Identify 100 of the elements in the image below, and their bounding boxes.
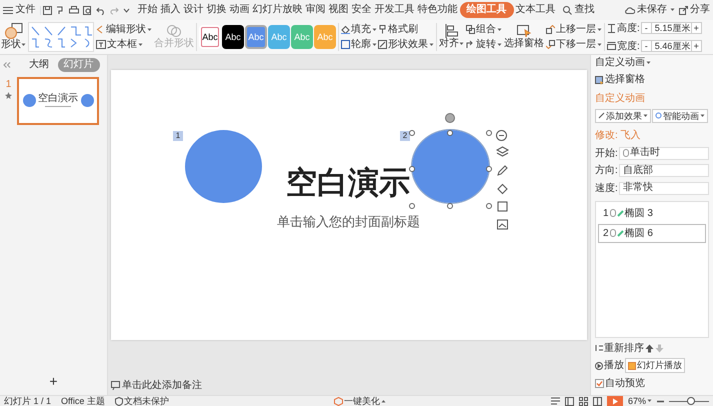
document-protection-button[interactable]: 文档未保护 (114, 396, 169, 406)
outline-button[interactable]: 轮廓 (341, 38, 377, 50)
spinner-value: 5.46厘米 (650, 41, 692, 51)
theme-name: Office 主题 (61, 396, 105, 406)
normal-view-icon[interactable] (564, 396, 574, 406)
print-icon[interactable] (69, 6, 79, 14)
panel-header-button[interactable]: 自定义动画 (595, 57, 709, 69)
fill-icon[interactable] (496, 182, 509, 195)
bring-forward-button[interactable]: 上移一层 (546, 24, 602, 36)
fill-button[interactable]: 填充 (341, 24, 377, 36)
menu-icon (3, 6, 13, 14)
section-title: 自定义动画 (595, 92, 646, 106)
outline-icon[interactable] (496, 200, 509, 213)
mouse-icon (610, 209, 616, 218)
animation-item[interactable]: 1 椭圆 3 (598, 204, 706, 223)
search-button[interactable]: 查找 (563, 4, 594, 16)
thumbnail-title: 空白演示 (38, 94, 78, 104)
undo-icon[interactable] (96, 6, 106, 14)
edit-shape-button[interactable]: 编辑形状 (96, 24, 152, 36)
picture-icon[interactable] (496, 218, 509, 231)
circle-shape (22, 94, 36, 107)
width-icon (607, 42, 616, 50)
animation-star-icon (5, 92, 12, 98)
text-box-button[interactable]: 文本框 (96, 38, 152, 50)
caret-icon (597, 28, 602, 32)
shapes-icon (4, 23, 22, 39)
width-spinner[interactable]: - 5.46厘米 + (640, 40, 702, 52)
dropdown-field[interactable]: 单击时 (618, 146, 709, 160)
save-icon[interactable] (43, 6, 52, 14)
ribbon-tab[interactable]: 特色功能 (416, 3, 458, 17)
share-button[interactable]: 分享 (678, 4, 710, 16)
dropdown-field[interactable]: 非常快 (618, 182, 709, 195)
ribbon-tab[interactable]: 幻灯片放映 (252, 3, 304, 17)
collapse-icon[interactable] (2, 62, 10, 68)
decrement-button[interactable]: - (642, 23, 651, 33)
collapse-toolbar-icon[interactable] (496, 130, 507, 141)
ribbon-tab[interactable]: 审阅 (304, 3, 326, 17)
dropdown-field[interactable]: 自底部 (618, 164, 709, 178)
ribbon-tab[interactable]: 插入 (160, 3, 182, 17)
reading-view-icon[interactable] (592, 396, 602, 406)
shape-gallery[interactable] (28, 22, 94, 52)
animation-item[interactable]: 2 椭圆 6 (598, 224, 706, 243)
move-up-icon[interactable] (645, 344, 654, 353)
share-icon (678, 6, 688, 14)
preview-icon[interactable] (83, 6, 92, 14)
ribbon-tab[interactable]: 文本工具 (514, 3, 556, 17)
group-icon (466, 25, 475, 34)
increment-button[interactable]: + (692, 23, 701, 33)
increment-button[interactable]: + (692, 41, 701, 51)
selection-handles[interactable] (409, 113, 492, 209)
ribbon-tab[interactable]: 安全 (350, 3, 372, 17)
save-status-button[interactable]: 未保存 (624, 4, 674, 16)
caret-icon (138, 42, 143, 46)
slide-sorter-icon[interactable] (578, 396, 588, 406)
auto-preview-checkbox[interactable]: 自动预览 (595, 376, 709, 390)
add-slide-button[interactable]: + (49, 373, 58, 390)
ribbon-tab[interactable]: 动画 (228, 3, 250, 17)
ribbon-tab[interactable]: 开始 (136, 3, 158, 17)
shape-tag: 2 (400, 131, 410, 141)
beautify-button[interactable]: 一键美化 (334, 396, 386, 406)
selection-pane-link[interactable]: 选择窗格 (595, 74, 709, 86)
dropdown-icon[interactable] (123, 6, 130, 14)
ribbon-tab[interactable]: 切换 (206, 3, 228, 17)
send-backward-icon (546, 40, 555, 49)
shape-effects-button[interactable]: 形状效果 (378, 38, 434, 50)
zoom-level-button[interactable]: 67% (628, 396, 652, 406)
align-button[interactable]: 对齐 (439, 24, 464, 50)
selection-pane-button[interactable]: 选择窗格 (504, 24, 544, 50)
smart-animation-button[interactable]: 智能动画 (652, 108, 708, 124)
beautify-icon (334, 396, 343, 406)
caret-icon (643, 114, 648, 118)
mouse-icon (610, 229, 616, 238)
caret-icon (147, 28, 152, 32)
slideshow-button[interactable]: 幻灯片播放 (625, 358, 685, 373)
panel-tab[interactable]: 大纲 (23, 58, 55, 72)
layers-icon[interactable] (496, 146, 509, 159)
play-slideshow-icon[interactable] (606, 396, 623, 406)
slide-thumbnail[interactable]: 空白演示 (17, 76, 99, 124)
play-button[interactable]: 播放 (595, 360, 624, 372)
ribbon-tab[interactable]: 视图 (328, 3, 350, 17)
height-spinner[interactable]: - 5.15厘米 + (640, 22, 702, 34)
circle-shape (80, 94, 94, 107)
group-button[interactable]: 组合 (466, 24, 502, 36)
zoom-out-icon[interactable] (656, 400, 664, 402)
ribbon-tab[interactable]: 开发工具 (374, 3, 416, 17)
decrement-button[interactable]: - (642, 41, 651, 51)
send-backward-button[interactable]: 下移一层 (546, 38, 602, 50)
notes-placeholder[interactable]: 单击此处添加备注 (122, 378, 202, 392)
style-swatch[interactable]: Abc (222, 25, 244, 49)
add-effect-button[interactable]: 添加效果 (595, 108, 651, 124)
rotate-button[interactable]: 旋转 (466, 38, 502, 50)
notes-view-icon[interactable] (550, 397, 560, 405)
play-icon (595, 362, 603, 370)
format-painter-button[interactable]: 格式刷 (378, 24, 418, 36)
shapes-button[interactable]: 形状 (1, 23, 26, 51)
style-swatch[interactable]: Abc (199, 25, 221, 49)
circle-shape[interactable] (412, 130, 489, 203)
file-menu-button[interactable]: 文件 (3, 4, 36, 16)
caret-icon (429, 42, 434, 46)
ribbon-tab[interactable]: 设计 (182, 3, 204, 17)
